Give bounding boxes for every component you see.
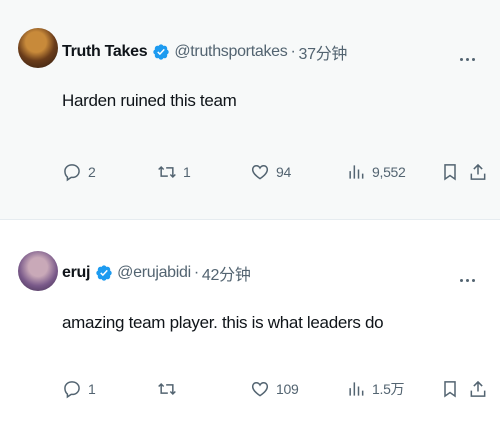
like-button[interactable]: 109 <box>250 379 299 399</box>
share-button[interactable] <box>468 162 488 182</box>
retweet-count: 1 <box>183 164 191 180</box>
author-handle[interactable]: @erujabidi <box>117 264 191 282</box>
retweet-icon <box>158 382 176 396</box>
tweet-header: eruj @erujabidi · 42分钟 <box>62 261 251 285</box>
more-icon[interactable] <box>460 48 478 61</box>
views-icon <box>349 165 364 179</box>
views-count: 1.5万 <box>372 381 405 397</box>
bookmark-button[interactable] <box>440 379 460 399</box>
reply-button[interactable]: 2 <box>62 162 96 182</box>
tweet[interactable]: eruj @erujabidi · 42分钟 amazing team play… <box>0 221 500 440</box>
author-name[interactable]: Truth Takes <box>62 43 148 61</box>
more-icon[interactable] <box>460 269 478 282</box>
share-icon <box>470 163 486 180</box>
retweet-button[interactable]: 1 <box>157 162 191 182</box>
reply-icon <box>64 381 80 399</box>
reply-button[interactable]: 1 <box>62 379 96 399</box>
bookmark-button[interactable] <box>440 162 460 182</box>
tweet-text: Harden ruined this team <box>62 91 237 110</box>
share-button[interactable] <box>468 379 488 399</box>
reply-icon <box>64 164 80 182</box>
like-icon <box>251 381 269 397</box>
like-button[interactable]: 94 <box>250 162 291 182</box>
reply-count: 2 <box>88 164 96 180</box>
tweet-header: Truth Takes @truthsportakes · 37分钟 <box>62 40 347 64</box>
bookmark-icon <box>444 164 456 181</box>
like-count: 94 <box>276 164 291 180</box>
tweet-actions: 2 1 94 9,552 <box>62 162 492 186</box>
retweet-icon <box>158 165 176 179</box>
author-handle[interactable]: @truthsportakes <box>174 43 287 61</box>
separator: · <box>193 264 199 281</box>
like-count: 109 <box>276 381 299 397</box>
views-count: 9,552 <box>372 164 406 180</box>
retweet-button[interactable] <box>157 379 183 399</box>
bookmark-icon <box>444 381 456 398</box>
views-icon <box>349 382 364 396</box>
tweet-actions: 1 109 1.5万 <box>62 379 492 403</box>
tweet-text: amazing team player. this is what leader… <box>62 313 384 332</box>
verified-badge-icon <box>96 265 112 281</box>
views-button[interactable]: 1.5万 <box>346 379 405 399</box>
avatar[interactable] <box>18 28 58 68</box>
avatar[interactable] <box>18 251 58 291</box>
like-icon <box>251 164 269 180</box>
tweet[interactable]: Truth Takes @truthsportakes · 37分钟 Harde… <box>0 0 500 220</box>
share-icon <box>470 380 486 397</box>
reply-count: 1 <box>88 381 96 397</box>
timestamp[interactable]: 42分钟 <box>202 261 251 285</box>
separator: · <box>290 43 296 60</box>
views-button[interactable]: 9,552 <box>346 162 406 182</box>
author-name[interactable]: eruj <box>62 264 90 282</box>
verified-badge-icon <box>153 44 170 60</box>
timestamp[interactable]: 37分钟 <box>299 40 348 64</box>
